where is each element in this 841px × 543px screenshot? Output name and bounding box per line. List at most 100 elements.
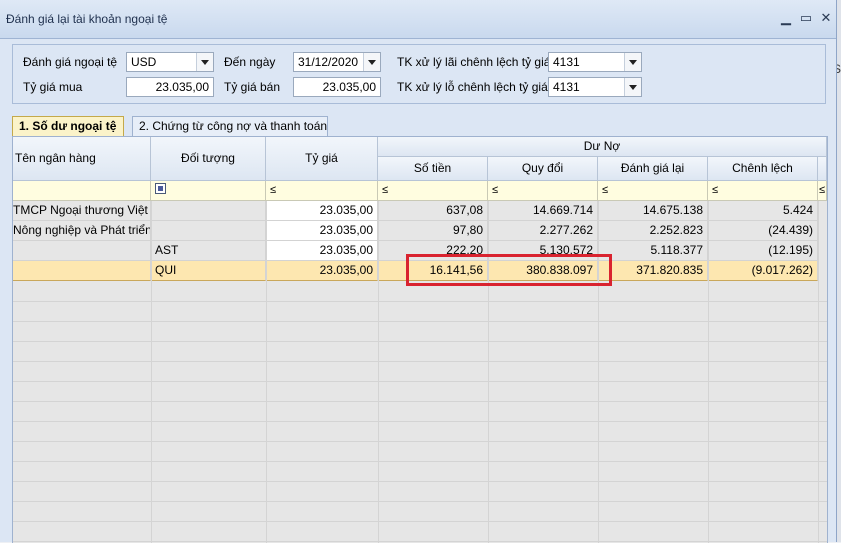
cell-amount: 637,08 [378, 201, 488, 221]
sell-rate-label: Tỷ giá bán [224, 80, 281, 94]
grid-line [13, 521, 827, 522]
filter-overflow[interactable]: ≤ [818, 181, 827, 201]
cell-amount: 222,20 [378, 241, 488, 261]
buy-rate-label: Tỷ giá mua [23, 80, 83, 94]
grid-line [13, 321, 827, 322]
gain-account-select[interactable]: 4131 [548, 52, 642, 72]
cell-rate[interactable]: 23.035,00 [266, 221, 378, 241]
cell-revalued: 371.820.835 [598, 261, 708, 281]
loss-account-label: TK xử lý lỗ chênh lệch tỷ giá [397, 80, 548, 94]
currency-label: Đánh giá ngoại tệ [23, 55, 118, 69]
grid-line [13, 501, 827, 502]
cell-difference: 5.424 [708, 201, 818, 221]
grid-column-line [266, 201, 267, 543]
col-header-rate[interactable]: Tỷ giá [266, 137, 378, 181]
filter-object[interactable] [151, 181, 266, 201]
grid-line [13, 461, 827, 462]
col-header-converted[interactable]: Quy đổi [488, 157, 598, 181]
grid-line [13, 301, 827, 302]
minimize-icon[interactable]: ▁ [778, 10, 794, 26]
chevron-down-icon[interactable] [624, 53, 641, 71]
cell-converted: 2.277.262 [488, 221, 598, 241]
filter-rate[interactable]: ≤ [266, 181, 378, 201]
filter-revalued[interactable]: ≤ [598, 181, 708, 201]
buy-rate-field[interactable]: 23.035,00 [126, 77, 214, 97]
buy-rate-value: 23.035,00 [155, 80, 209, 94]
sell-rate-field[interactable]: 23.035,00 [293, 77, 381, 97]
date-value: 31/12/2020 [298, 55, 359, 69]
grid-line [13, 441, 827, 442]
col-header-overflow [818, 157, 827, 181]
grid-column-line [378, 201, 379, 543]
cell-bank: TMCP Ngoại thương Việt [13, 201, 151, 221]
chevron-down-icon[interactable] [196, 53, 213, 71]
cell-difference: (24.439) [708, 221, 818, 241]
tab-foreign-balance[interactable]: 1. Số dư ngoại tệ [12, 116, 124, 137]
date-field[interactable]: 31/12/2020 [293, 52, 381, 72]
cell-bank: Nông nghiệp và Phát triển [13, 221, 151, 241]
revaluation-window: Đánh giá lại tài khoản ngoại tệ ▁ ▭ ✕ Đá… [0, 0, 837, 543]
cell-bank [13, 261, 151, 281]
col-header-difference[interactable]: Chênh lệch [708, 157, 818, 181]
gain-account-label: TK xử lý lãi chênh lệch tỷ giá [397, 55, 551, 69]
cell-rate[interactable]: 23.035,00 [266, 241, 378, 261]
filter-operator: ≤ [270, 184, 277, 196]
col-header-bank[interactable]: Tên ngân hàng [13, 137, 151, 181]
filter-amount[interactable]: ≤ [378, 181, 488, 201]
currency-select[interactable]: USD [126, 52, 214, 72]
filter-bank[interactable] [13, 181, 151, 201]
maximize-icon[interactable]: ▭ [798, 10, 814, 26]
grid-line [13, 381, 827, 382]
col-group-header-debit: Dư Nợ [378, 137, 827, 157]
currency-value: USD [131, 55, 157, 69]
filter-form: Đánh giá ngoại tệ USD Đến ngày 31/12/202… [12, 44, 826, 104]
cell-difference: (9.017.262) [708, 261, 818, 281]
cell-object: AST [151, 241, 266, 261]
filter-converted[interactable]: ≤ [488, 181, 598, 201]
cell-bank [13, 241, 151, 261]
cell-rate[interactable]: 23.035,00 [266, 201, 378, 221]
grid-line [13, 341, 827, 342]
col-header-amount[interactable]: Số tiền [378, 157, 488, 181]
filter-operator: ≤ [492, 184, 499, 196]
cell-converted: 14.669.714 [488, 201, 598, 221]
cell-object [151, 201, 266, 221]
cell-rate[interactable]: 23.035,00 [266, 261, 378, 281]
grid-column-line [708, 201, 709, 543]
grid-line [13, 361, 827, 362]
filter-difference[interactable]: ≤ [708, 181, 818, 201]
loss-account-value: 4131 [553, 80, 580, 94]
cell-converted: 380.838.097 [488, 261, 598, 281]
grid-line [13, 421, 827, 422]
tab-debt-vouchers[interactable]: 2. Chứng từ công nợ và thanh toán [132, 116, 328, 136]
loss-account-select[interactable]: 4131 [548, 77, 642, 97]
col-header-revalued[interactable]: Đánh giá lại [598, 157, 708, 181]
grid-column-line [818, 201, 819, 543]
table-row[interactable]: AST 23.035,00 222,20 5.130.572 5.118.377… [13, 241, 827, 261]
cell-amount: 16.141,56 [378, 261, 488, 281]
title-bar[interactable]: Đánh giá lại tài khoản ngoại tệ ▁ ▭ ✕ [0, 0, 836, 39]
cell-revalued: 2.252.823 [598, 221, 708, 241]
filter-operator: ≤ [712, 184, 719, 196]
grid-column-line [151, 201, 152, 543]
cell-revalued: 14.675.138 [598, 201, 708, 221]
window-title: Đánh giá lại tài khoản ngoại tệ [6, 12, 168, 26]
cell-object [151, 221, 266, 241]
balance-grid: Tên ngân hàng Đối tượng Tỷ giá Dư Nợ Số … [12, 136, 828, 543]
table-row[interactable]: Nông nghiệp và Phát triển 23.035,00 97,8… [13, 221, 827, 241]
filter-operator: ≤ [382, 184, 389, 196]
grid-line [13, 481, 827, 482]
grid-line [13, 401, 827, 402]
chevron-down-icon[interactable] [624, 78, 641, 96]
filter-checkbox-icon[interactable] [155, 183, 166, 194]
cell-amount: 97,80 [378, 221, 488, 241]
cell-converted: 5.130.572 [488, 241, 598, 261]
grid-column-line [488, 201, 489, 543]
col-header-object[interactable]: Đối tượng [151, 137, 266, 181]
calendar-dropdown-icon[interactable] [363, 53, 380, 71]
date-label: Đến ngày [224, 55, 276, 69]
sell-rate-value: 23.035,00 [322, 80, 376, 94]
table-row[interactable]: TMCP Ngoại thương Việt 23.035,00 637,08 … [13, 201, 827, 221]
table-row-selected[interactable]: QUI 23.035,00 16.141,56 380.838.097 371.… [13, 261, 827, 281]
close-icon[interactable]: ✕ [818, 10, 834, 26]
